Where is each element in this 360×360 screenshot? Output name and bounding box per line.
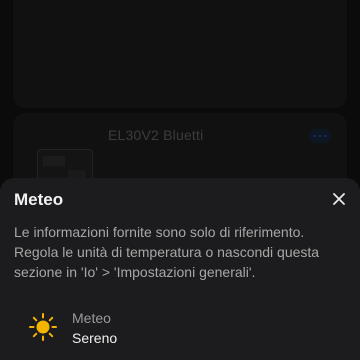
background-card [13,0,347,108]
weather-row: Meteo Sereno [28,308,328,354]
more-dot [324,135,326,137]
weather-condition: Sereno [72,330,118,346]
more-dot [319,135,321,137]
sheet-title: Meteo [14,190,64,209]
more-dot [314,135,316,137]
screen: EL30V2 Bluetti Meteo Le informazioni for… [0,0,360,360]
device-name: EL30V2 Bluetti [108,127,204,143]
close-button[interactable] [330,190,348,208]
info-text: Le informazioni fornite sono solo di rif… [14,224,320,280]
close-icon [333,193,345,205]
weather-info-sheet: Meteo Le informazioni fornite sono solo … [0,178,360,360]
weather-label: Meteo [72,310,111,326]
more-options-icon[interactable] [309,129,331,143]
device-image-panel [43,156,65,166]
sun-icon [29,313,57,341]
